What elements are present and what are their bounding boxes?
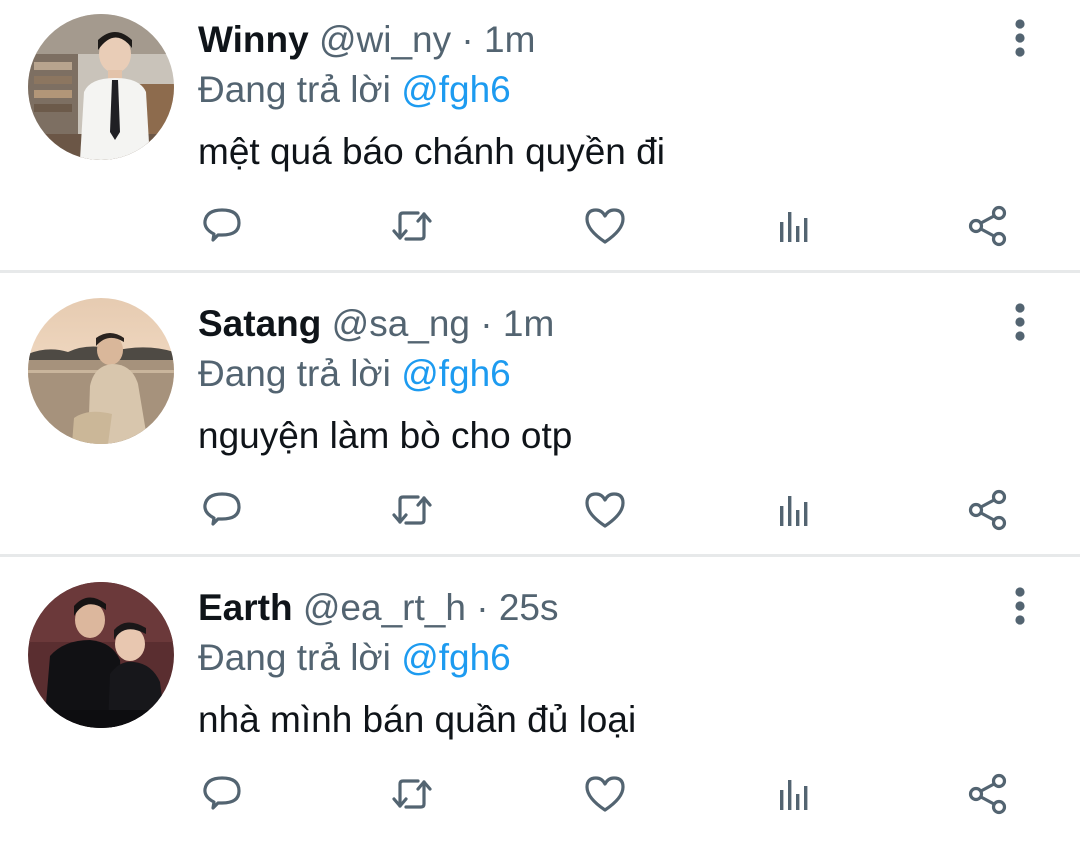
share-icon xyxy=(968,773,1007,815)
mention-link[interactable]: @fgh6 xyxy=(401,353,511,394)
analytics-icon xyxy=(780,212,808,242)
tweet-header: Earth @ea_rt_h · 25s xyxy=(198,586,558,630)
author-name[interactable]: Earth xyxy=(198,587,293,628)
share-button[interactable] xyxy=(967,488,1011,532)
more-vertical-icon xyxy=(1015,19,1025,57)
more-options-button[interactable] xyxy=(1000,16,1040,60)
avatar[interactable] xyxy=(28,298,174,444)
tweet-item[interactable]: Earth @ea_rt_h · 25s Đang trả lời @fgh6 … xyxy=(0,568,1080,852)
heart-icon xyxy=(585,208,625,244)
timestamp[interactable]: 25s xyxy=(499,587,559,628)
avatar[interactable] xyxy=(28,14,174,160)
replying-to: Đang trả lời @fgh6 xyxy=(198,352,511,396)
share-icon xyxy=(968,205,1007,247)
tweet-item[interactable]: Winny @wi_ny · 1m Đang trả lời @fgh6 mệt… xyxy=(0,0,1080,284)
tweet-header: Satang @sa_ng · 1m xyxy=(198,302,554,346)
author-handle[interactable]: @sa_ng xyxy=(332,303,470,344)
author-name[interactable]: Satang xyxy=(198,303,321,344)
separator-dot: · xyxy=(480,303,493,344)
heart-icon xyxy=(585,776,625,812)
analytics-button[interactable] xyxy=(774,772,818,816)
mention-link[interactable]: @fgh6 xyxy=(401,637,511,678)
heart-icon xyxy=(585,492,625,528)
like-button[interactable] xyxy=(583,204,627,248)
timestamp[interactable]: 1m xyxy=(503,303,554,344)
divider xyxy=(0,270,1080,273)
more-options-button[interactable] xyxy=(1000,584,1040,628)
tweet-text: nguyện làm bò cho otp xyxy=(198,415,573,456)
mention-link[interactable]: @fgh6 xyxy=(401,69,511,110)
share-icon xyxy=(968,489,1007,531)
separator-dot: · xyxy=(461,19,474,60)
retweet-icon xyxy=(392,495,432,525)
tweet-header: Winny @wi_ny · 1m xyxy=(198,18,535,62)
retweet-button[interactable] xyxy=(390,488,434,532)
reply-icon xyxy=(203,492,241,526)
replying-to: Đang trả lời @fgh6 xyxy=(198,68,511,112)
divider xyxy=(0,554,1080,557)
reply-icon xyxy=(203,208,241,242)
more-vertical-icon xyxy=(1015,587,1025,625)
share-button[interactable] xyxy=(967,772,1011,816)
analytics-button[interactable] xyxy=(774,204,818,248)
timestamp[interactable]: 1m xyxy=(484,19,535,60)
author-handle[interactable]: @wi_ny xyxy=(319,19,451,60)
retweet-button[interactable] xyxy=(390,772,434,816)
author-name[interactable]: Winny xyxy=(198,19,309,60)
reply-icon xyxy=(203,776,241,810)
analytics-button[interactable] xyxy=(774,488,818,532)
replying-to-label: Đang trả lời xyxy=(198,69,391,110)
retweet-button[interactable] xyxy=(390,204,434,248)
reply-button[interactable] xyxy=(200,204,244,248)
like-button[interactable] xyxy=(583,488,627,532)
author-handle[interactable]: @ea_rt_h xyxy=(303,587,466,628)
tweet-item[interactable]: Satang @sa_ng · 1m Đang trả lời @fgh6 ng… xyxy=(0,284,1080,568)
separator-dot: · xyxy=(476,587,489,628)
like-button[interactable] xyxy=(583,772,627,816)
avatar[interactable] xyxy=(28,582,174,728)
replying-to: Đang trả lời @fgh6 xyxy=(198,636,511,680)
tweet-text: mệt quá báo chánh quyền đi xyxy=(198,131,665,172)
more-vertical-icon xyxy=(1015,303,1025,341)
more-options-button[interactable] xyxy=(1000,300,1040,344)
retweet-icon xyxy=(392,779,432,809)
reply-button[interactable] xyxy=(200,772,244,816)
share-button[interactable] xyxy=(967,204,1011,248)
replying-to-label: Đang trả lời xyxy=(198,637,391,678)
replying-to-label: Đang trả lời xyxy=(198,353,391,394)
reply-button[interactable] xyxy=(200,488,244,532)
retweet-icon xyxy=(392,211,432,241)
tweet-text: nhà mình bán quần đủ loại xyxy=(198,699,637,740)
analytics-icon xyxy=(780,780,808,810)
analytics-icon xyxy=(780,496,808,526)
